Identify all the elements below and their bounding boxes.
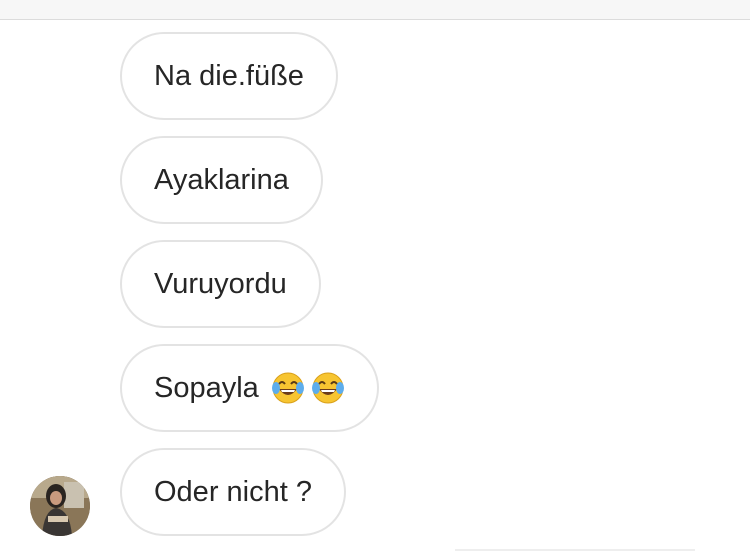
divider xyxy=(455,549,695,551)
message-text: Ayaklarina xyxy=(154,163,289,196)
face-with-tears-of-joy-icon xyxy=(311,371,345,405)
message-bubble[interactable]: Na die.füße xyxy=(120,32,338,120)
message-text: Vuruyordu xyxy=(154,267,287,300)
top-bar xyxy=(0,0,750,20)
message-text: Sopayla xyxy=(154,371,259,404)
message-bubble[interactable]: Ayaklarina xyxy=(120,136,323,224)
message-text: Oder nicht ? xyxy=(154,475,312,508)
message-bubble[interactable]: Sopayla xyxy=(120,344,379,432)
message-bubble[interactable]: Vuruyordu xyxy=(120,240,321,328)
message-bubble[interactable]: Oder nicht ? xyxy=(120,448,346,536)
avatar[interactable] xyxy=(30,476,90,536)
face-with-tears-of-joy-icon xyxy=(271,371,305,405)
message-thread[interactable]: Na die.füße Ayaklarina Vuruyordu Sopayla xyxy=(0,20,750,552)
message-text: Na die.füße xyxy=(154,59,304,92)
